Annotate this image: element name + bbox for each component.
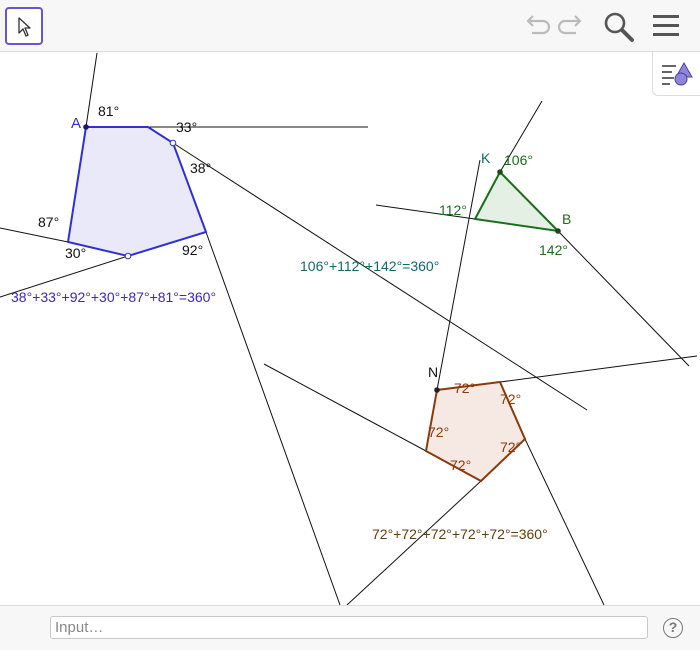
hexagon-point[interactable] — [169, 139, 177, 147]
hexagon[interactable] — [66, 126, 208, 258]
label-n: N — [428, 364, 438, 380]
move-tool-button[interactable] — [5, 7, 43, 45]
graphics-view[interactable]: A 81° 33° 38° 92° 30° 87° 38°+33°+92°+30… — [0, 52, 700, 606]
angle-label: 72° — [454, 380, 475, 396]
hexagon-angle-sum: 38°+33°+92°+30°+87°+81°=360° — [11, 289, 216, 305]
angle-label: 81° — [98, 103, 119, 119]
angle-label: 30° — [65, 245, 86, 261]
angle-label: 106° — [504, 152, 533, 168]
angle-label: 142° — [539, 242, 568, 258]
pentagon-angle-sum: 72°+72°+72°+72°+72°=360° — [372, 526, 548, 542]
geometry-canvas[interactable]: A 81° 33° 38° 92° 30° 87° 38°+33°+92°+30… — [0, 52, 700, 606]
triangle-point[interactable] — [497, 169, 503, 175]
hamburger-menu-icon[interactable] — [650, 10, 682, 42]
triangle-extension-lines — [375, 100, 690, 367]
triangle[interactable] — [473, 170, 561, 233]
undo-icon[interactable] — [520, 10, 552, 42]
point-a[interactable] — [83, 124, 89, 130]
angle-label: 72° — [428, 424, 449, 440]
label-k: K — [481, 150, 491, 166]
angle-label: 38° — [190, 160, 211, 176]
cursor-arrow-icon — [18, 17, 31, 37]
angle-label: 87° — [38, 214, 59, 230]
help-icon[interactable]: ? — [663, 618, 683, 638]
label-b: B — [562, 211, 571, 227]
point-b[interactable] — [555, 228, 561, 234]
input-bar: Input… ? — [0, 605, 700, 650]
hexagon-point[interactable] — [124, 252, 132, 260]
label-a: A — [71, 115, 81, 132]
angle-label: 92° — [182, 242, 203, 258]
angle-label: 33° — [176, 119, 197, 135]
search-icon[interactable] — [602, 10, 636, 44]
redo-icon[interactable] — [556, 10, 588, 42]
point-n[interactable] — [434, 387, 440, 393]
angle-label: 72° — [500, 391, 521, 407]
algebra-input-field[interactable]: Input… — [50, 616, 648, 639]
angle-label: 112° — [439, 202, 467, 218]
angle-label: 72° — [450, 457, 471, 473]
angle-label: 72° — [500, 439, 521, 455]
top-toolbar — [0, 0, 700, 52]
triangle-angle-sum: 106°+112°+142°=360° — [300, 258, 439, 274]
